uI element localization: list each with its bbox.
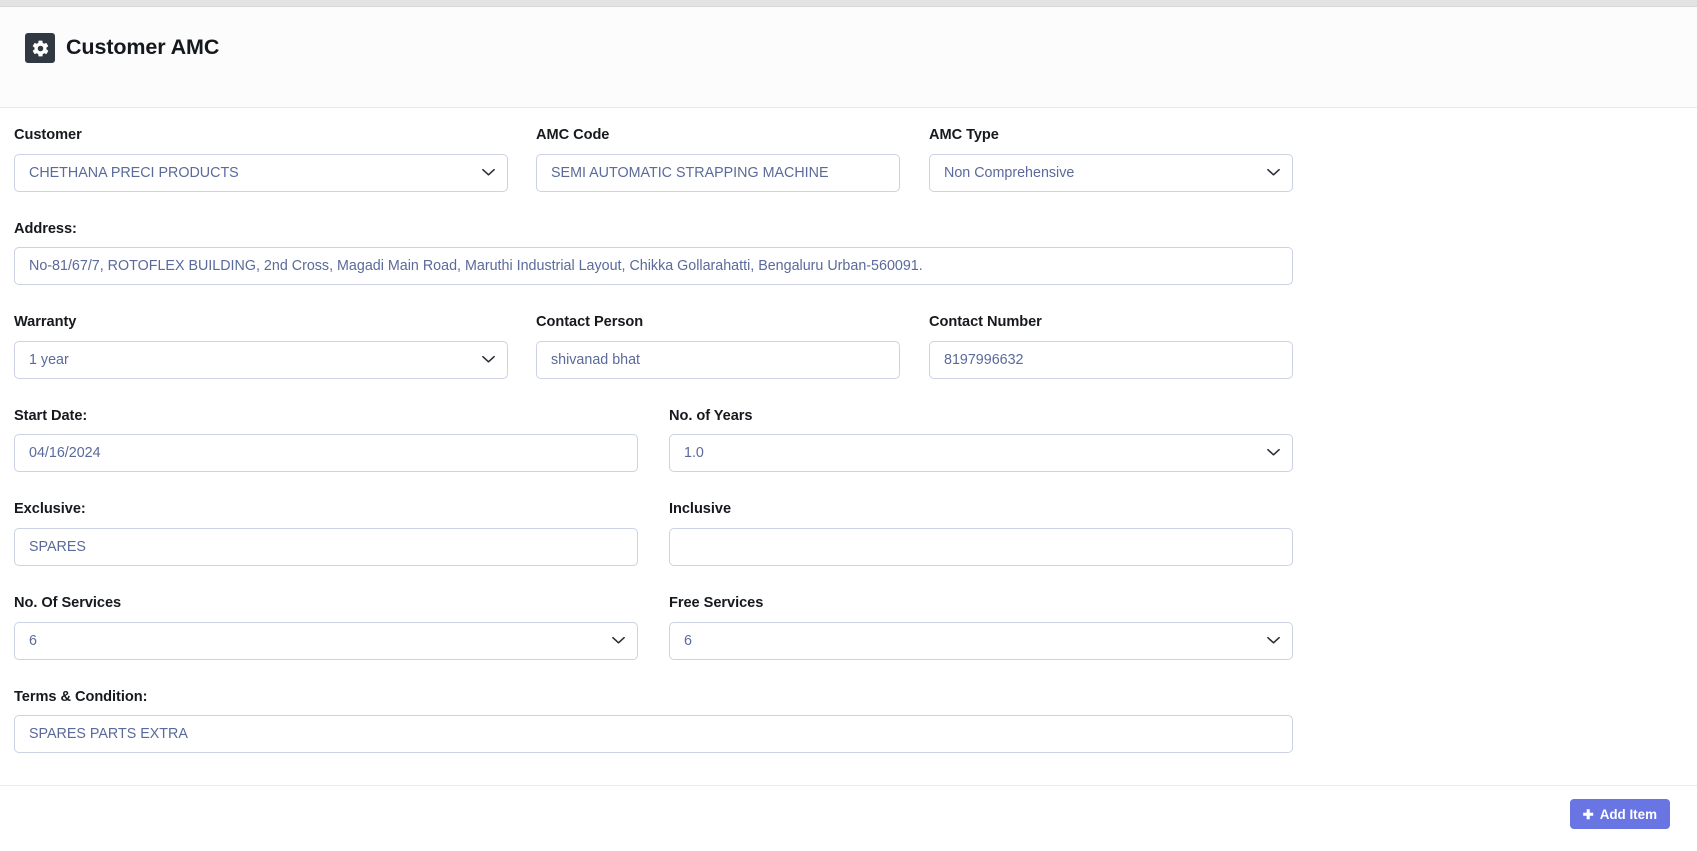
field-inclusive: Inclusive xyxy=(669,502,1293,566)
window-top-strip xyxy=(0,0,1697,7)
customer-value: CHETHANA PRECI PRODUCTS xyxy=(29,164,239,181)
field-contact-person: Contact Person shivanad bhat xyxy=(536,315,900,379)
form-row-terms: Terms & Condition: SPARES PARTS EXTRA xyxy=(14,688,1293,754)
no-of-years-value: 1.0 xyxy=(684,445,704,462)
no-of-services-select[interactable]: 6 xyxy=(14,621,638,660)
gear-icon xyxy=(25,33,55,63)
field-no-of-services: No. Of Services 6 xyxy=(14,596,638,660)
field-address: Address: No-81/67/7, ROTOFLEX BUILDING, … xyxy=(14,220,1293,286)
terms-value: SPARES PARTS EXTRA xyxy=(29,726,188,743)
field-exclusive: Exclusive: SPARES xyxy=(14,502,638,566)
customer-label: Customer xyxy=(14,127,82,143)
exclusive-input[interactable]: SPARES xyxy=(14,527,638,566)
page-header-inner: Customer AMC xyxy=(25,33,219,63)
address-value: No-81/67/7, ROTOFLEX BUILDING, 2nd Cross… xyxy=(29,258,923,275)
exclusive-label: Exclusive: xyxy=(14,501,86,518)
add-item-label: Add Item xyxy=(1599,806,1657,822)
inclusive-input[interactable] xyxy=(669,527,1293,566)
chevron-down-icon xyxy=(1267,165,1280,181)
plus-icon: ✚ xyxy=(1582,806,1594,822)
free-services-value: 6 xyxy=(684,632,692,649)
contact-number-label: Contact Number xyxy=(929,314,1042,331)
amc-type-select[interactable]: Non Comprehensive xyxy=(929,153,1293,192)
terms-label: Terms & Condition: xyxy=(14,688,148,705)
no-of-years-label: No. of Years xyxy=(669,407,753,424)
no-of-services-label: No. Of Services xyxy=(14,594,122,611)
contact-number-input[interactable]: 8197996632 xyxy=(929,340,1293,379)
start-date-value: 04/16/2024 xyxy=(29,445,101,462)
amc-code-label: AMC Code xyxy=(536,127,610,143)
field-contact-number: Contact Number 8197996632 xyxy=(929,315,1293,379)
chevron-down-icon xyxy=(1267,633,1280,649)
warranty-value: 1 year xyxy=(29,351,69,368)
warranty-label: Warranty xyxy=(14,314,77,331)
form-row-customer: Customer CHETHANA PRECI PRODUCTS AMC Cod… xyxy=(14,128,1293,192)
page-title: Customer AMC xyxy=(66,35,220,60)
chevron-down-icon xyxy=(1267,445,1280,461)
field-amc-type: AMC Type Non Comprehensive xyxy=(929,128,1293,192)
exclusive-value: SPARES xyxy=(29,538,86,555)
form-row-address: Address: No-81/67/7, ROTOFLEX BUILDING, … xyxy=(14,220,1293,286)
field-amc-code: AMC Code SEMI AUTOMATIC STRAPPING MACHIN… xyxy=(536,128,900,192)
free-services-select[interactable]: 6 xyxy=(669,621,1293,660)
customer-amc-page: Customer AMC Customer CHETHANA PRECI PRO… xyxy=(0,0,1697,851)
field-start-date: Start Date: 04/16/2024 xyxy=(14,409,638,473)
amc-code-value: SEMI AUTOMATIC STRAPPING MACHINE xyxy=(551,164,829,181)
amc-code-input[interactable]: SEMI AUTOMATIC STRAPPING MACHINE xyxy=(536,153,900,192)
field-terms: Terms & Condition: SPARES PARTS EXTRA xyxy=(14,688,1293,754)
no-of-services-value: 6 xyxy=(29,632,37,649)
address-label: Address: xyxy=(14,220,77,237)
field-free-services: Free Services 6 xyxy=(669,596,1293,660)
contact-person-input[interactable]: shivanad bhat xyxy=(536,340,900,379)
page-header: Customer AMC xyxy=(0,7,1697,108)
chevron-down-icon xyxy=(482,165,495,181)
chevron-down-icon xyxy=(612,633,625,649)
terms-input[interactable]: SPARES PARTS EXTRA xyxy=(14,715,1293,754)
amc-form: Customer CHETHANA PRECI PRODUCTS AMC Cod… xyxy=(0,108,1697,754)
field-warranty: Warranty 1 year xyxy=(14,315,508,379)
form-row-services: No. Of Services 6 Free Services 6 xyxy=(14,596,1293,660)
customer-select[interactable]: CHETHANA PRECI PRODUCTS xyxy=(14,153,508,192)
warranty-select[interactable]: 1 year xyxy=(14,340,508,379)
amc-type-label: AMC Type xyxy=(929,127,999,143)
field-no-of-years: No. of Years 1.0 xyxy=(669,409,1293,473)
contact-person-value: shivanad bhat xyxy=(551,351,641,368)
form-row-dates: Start Date: 04/16/2024 No. of Years 1.0 xyxy=(14,409,1293,473)
address-input[interactable]: No-81/67/7, ROTOFLEX BUILDING, 2nd Cross… xyxy=(14,247,1293,286)
inclusive-label: Inclusive xyxy=(669,501,732,518)
free-services-label: Free Services xyxy=(669,594,764,611)
form-row-contact: Warranty 1 year Contact Person shivanad … xyxy=(14,315,1293,379)
add-item-button[interactable]: ✚ Add Item xyxy=(1569,799,1670,829)
start-date-input[interactable]: 04/16/2024 xyxy=(14,434,638,473)
field-customer: Customer CHETHANA PRECI PRODUCTS xyxy=(14,128,508,192)
amc-type-value: Non Comprehensive xyxy=(944,164,1075,181)
start-date-label: Start Date: xyxy=(14,407,88,424)
contact-person-label: Contact Person xyxy=(536,314,644,331)
chevron-down-icon xyxy=(482,352,495,368)
no-of-years-select[interactable]: 1.0 xyxy=(669,434,1293,473)
form-row-exclusive-inclusive: Exclusive: SPARES Inclusive xyxy=(14,502,1293,566)
page-footer: ✚ Add Item xyxy=(0,785,1697,851)
contact-number-value: 8197996632 xyxy=(944,351,1024,368)
